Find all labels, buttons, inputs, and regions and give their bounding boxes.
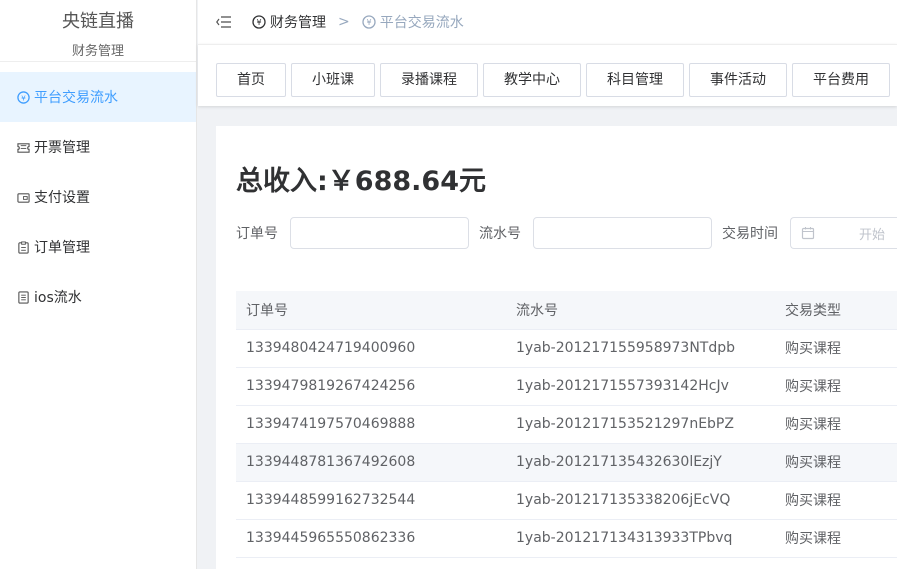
column-header-transaction-type[interactable]: 交易类型 bbox=[775, 291, 897, 330]
coin-icon: ¥ bbox=[252, 15, 266, 29]
cell-serial-number: 1yab-201217135338206jEcVQ bbox=[506, 481, 775, 520]
cell-serial-number: 1yab-201217135432630lEzjY bbox=[506, 443, 775, 482]
menu-collapse-icon[interactable] bbox=[216, 15, 232, 29]
cell-transaction-type: 购买课程 bbox=[775, 519, 897, 558]
sidebar-item-label: 订单管理 bbox=[34, 240, 90, 256]
cell-order-number: 1339445965550862336 bbox=[236, 519, 506, 558]
sidebar-item-payment-settings[interactable]: 支付设置 bbox=[0, 172, 196, 222]
sidebar-item-label: ios流水 bbox=[34, 290, 82, 306]
tag-events[interactable]: 事件活动 bbox=[689, 63, 787, 97]
cell-order-number: 1339480424719400960 bbox=[236, 329, 506, 368]
total-income: 总收入:￥688.64元 bbox=[236, 166, 486, 197]
tag-teaching-center[interactable]: 教学中心 bbox=[483, 63, 581, 97]
cell-transaction-type: 购买课程 bbox=[775, 481, 897, 520]
main-card: 总收入:￥688.64元 订单号 流水号 交易时间 开始 订单号 流水号 交易类… bbox=[216, 126, 897, 569]
brand-title: 央链直播 bbox=[62, 11, 134, 32]
serial-number-label: 流水号 bbox=[479, 226, 521, 242]
order-number-input[interactable] bbox=[290, 217, 469, 249]
table-row[interactable]: 1339474197570469888 1yab-201217153521297… bbox=[236, 405, 897, 444]
sidebar-menu: ¥ 平台交易流水 开票管理 支付设置 订单管理 ios流水 bbox=[0, 72, 196, 322]
calendar-icon bbox=[801, 226, 815, 240]
order-number-label: 订单号 bbox=[236, 226, 278, 242]
table-row[interactable]: 1339448781367492608 1yab-201217135432630… bbox=[236, 443, 897, 482]
table-row[interactable]: 1339479819267424256 1yab-201217155739314… bbox=[236, 367, 897, 406]
svg-text:¥: ¥ bbox=[21, 93, 26, 102]
breadcrumb-label: 财务管理 bbox=[270, 15, 326, 31]
transactions-table: 订单号 流水号 交易类型 1339480424719400960 1yab-20… bbox=[236, 291, 897, 558]
tag-subject-management[interactable]: 科目管理 bbox=[586, 63, 684, 97]
cell-transaction-type: 购买课程 bbox=[775, 329, 897, 368]
transaction-icon: ¥ bbox=[16, 90, 30, 104]
cell-order-number: 1339474197570469888 bbox=[236, 405, 506, 444]
sidebar-item-label: 支付设置 bbox=[34, 190, 90, 206]
sidebar-item-invoice[interactable]: 开票管理 bbox=[0, 122, 196, 172]
sidebar-item-orders[interactable]: 订单管理 bbox=[0, 222, 196, 272]
date-range-picker[interactable]: 开始 bbox=[790, 217, 897, 249]
column-header-serial-number[interactable]: 流水号 bbox=[506, 291, 775, 330]
cell-serial-number: 1yab-201217155958973NTdpb bbox=[506, 329, 775, 368]
wallet-icon bbox=[16, 190, 30, 204]
breadcrumb-finance[interactable]: ¥ 财务管理 bbox=[252, 12, 326, 32]
transaction-time-label: 交易时间 bbox=[722, 226, 778, 242]
filter-bar: 订单号 流水号 交易时间 开始 bbox=[236, 217, 897, 249]
cell-serial-number: 1yab-2012171557393142HcJv bbox=[506, 367, 775, 406]
svg-text:¥: ¥ bbox=[366, 18, 371, 27]
date-start-placeholder: 开始 bbox=[859, 227, 886, 243]
document-icon bbox=[16, 290, 30, 304]
breadcrumb-label: 平台交易流水 bbox=[379, 15, 464, 31]
sidebar-item-label: 开票管理 bbox=[34, 140, 90, 156]
breadcrumb-current: ¥ 平台交易流水 bbox=[362, 12, 464, 32]
table-row[interactable]: 1339448599162732544 1yab-201217135338206… bbox=[236, 481, 897, 520]
tag-platform-fees[interactable]: 平台费用 bbox=[792, 63, 890, 97]
cell-serial-number: 1yab-201217134313933TPbvq bbox=[506, 519, 775, 558]
cell-transaction-type: 购买课程 bbox=[775, 405, 897, 444]
sidebar-item-ios-flow[interactable]: ios流水 bbox=[0, 272, 196, 322]
sidebar-item-label: 平台交易流水 bbox=[34, 90, 118, 106]
breadcrumb-separator: > bbox=[338, 14, 350, 30]
tag-recorded-courses[interactable]: 录播课程 bbox=[380, 63, 478, 97]
tags-view: 首页 小班课 录播课程 教学中心 科目管理 事件活动 平台费用 bbox=[198, 44, 897, 106]
table-row[interactable]: 1339445965550862336 1yab-201217134313933… bbox=[236, 519, 897, 558]
cell-order-number: 1339479819267424256 bbox=[236, 367, 506, 406]
svg-text:¥: ¥ bbox=[256, 18, 261, 27]
top-header: ¥ 财务管理 > ¥ 平台交易流水 bbox=[198, 0, 897, 44]
brand: 央链直播 财务管理 bbox=[0, 0, 196, 62]
tag-small-class[interactable]: 小班课 bbox=[291, 63, 375, 97]
serial-number-input[interactable] bbox=[533, 217, 712, 249]
clipboard-icon bbox=[16, 240, 30, 254]
ticket-icon bbox=[16, 140, 30, 154]
cell-order-number: 1339448781367492608 bbox=[236, 443, 506, 482]
sidebar: 央链直播 财务管理 ¥ 平台交易流水 开票管理 支付设置 订单管理 ios流水 bbox=[0, 0, 197, 569]
cell-order-number: 1339448599162732544 bbox=[236, 481, 506, 520]
cell-serial-number: 1yab-201217153521297nEbPZ bbox=[506, 405, 775, 444]
column-header-order-number[interactable]: 订单号 bbox=[236, 291, 506, 330]
cell-transaction-type: 购买课程 bbox=[775, 367, 897, 406]
transaction-icon: ¥ bbox=[362, 15, 376, 29]
tag-home[interactable]: 首页 bbox=[216, 63, 286, 97]
table-row[interactable]: 1339480424719400960 1yab-201217155958973… bbox=[236, 329, 897, 368]
cell-transaction-type: 购买课程 bbox=[775, 443, 897, 482]
table-header-row: 订单号 流水号 交易类型 bbox=[236, 291, 897, 330]
sidebar-item-transactions[interactable]: ¥ 平台交易流水 bbox=[0, 72, 196, 122]
brand-subtitle: 财务管理 bbox=[71, 44, 124, 59]
